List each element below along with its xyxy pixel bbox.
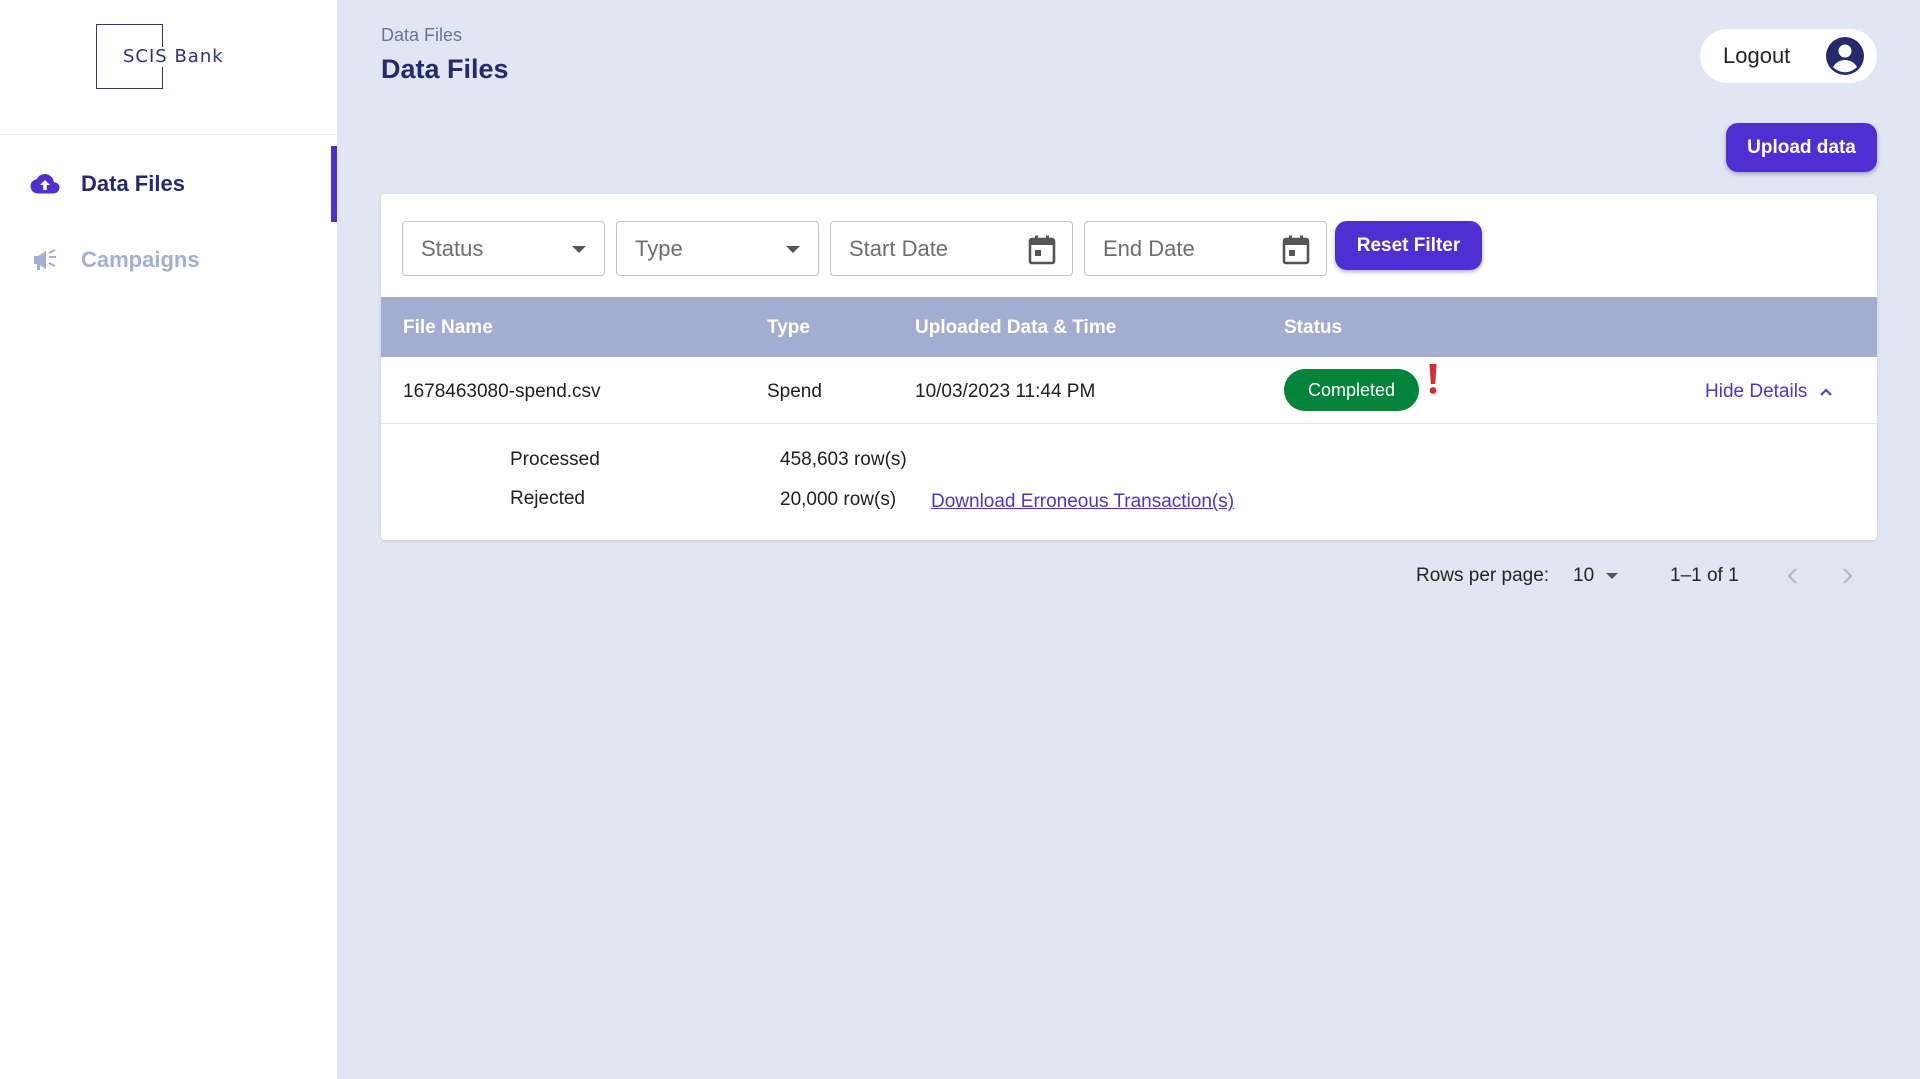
page-title: Data Files bbox=[381, 54, 509, 84]
brand-logo: SCIS Bank bbox=[121, 46, 226, 67]
file-name-cell: 1678463080-spend.csv bbox=[403, 381, 601, 402]
type-filter-label: Type bbox=[635, 235, 683, 261]
table-header-row: File Name Type Uploaded Data & Time Stat… bbox=[381, 297, 1877, 357]
sidebar-item-campaigns[interactable]: Campaigns bbox=[0, 222, 337, 298]
chevron-up-icon bbox=[1820, 388, 1833, 396]
sidebar-item-data-files[interactable]: Data Files bbox=[0, 146, 337, 222]
status-badge: Completed bbox=[1284, 369, 1419, 411]
calendar-icon[interactable] bbox=[1028, 235, 1056, 265]
chevron-left-icon bbox=[1787, 568, 1797, 584]
hide-details-label: Hide Details bbox=[1705, 381, 1808, 402]
type-cell: Spend bbox=[767, 381, 822, 402]
account-circle-icon bbox=[1826, 37, 1864, 75]
logout-label: Logout bbox=[1723, 43, 1791, 68]
type-filter-select[interactable]: Type bbox=[616, 221, 819, 276]
table-row: 1678463080-spend.csv Spend 10/03/2023 11… bbox=[381, 357, 1877, 424]
dropdown-arrow-icon bbox=[572, 246, 586, 253]
end-date-label: End Date bbox=[1103, 235, 1195, 261]
megaphone-icon bbox=[30, 245, 60, 275]
status-filter-label: Status bbox=[421, 235, 484, 261]
exclamation-icon[interactable] bbox=[1426, 362, 1440, 396]
previous-page-button[interactable] bbox=[1778, 561, 1808, 591]
dropdown-arrow-icon bbox=[786, 246, 800, 253]
rows-per-page-select[interactable]: 10 bbox=[1573, 563, 1625, 589]
hide-details-toggle[interactable]: Hide Details bbox=[1705, 381, 1833, 403]
dropdown-arrow-icon bbox=[1606, 573, 1619, 579]
breadcrumb[interactable]: Data Files bbox=[381, 25, 462, 46]
end-date-input[interactable]: End Date bbox=[1084, 221, 1327, 276]
column-header-type: Type bbox=[767, 317, 810, 338]
column-header-file-name: File Name bbox=[403, 317, 493, 338]
column-header-uploaded: Uploaded Data & Time bbox=[915, 317, 1117, 338]
next-page-button[interactable] bbox=[1832, 561, 1862, 591]
sidebar-item-label: Campaigns bbox=[81, 247, 200, 272]
upload-data-button[interactable]: Upload data bbox=[1726, 123, 1877, 172]
data-files-card: Status Type Start Date End Date Reset Fi… bbox=[381, 194, 1877, 540]
logout-button[interactable]: Logout bbox=[1700, 29, 1877, 83]
column-header-status: Status bbox=[1284, 317, 1343, 338]
chevron-right-icon bbox=[1843, 568, 1853, 584]
page-range: 1–1 of 1 bbox=[1670, 565, 1739, 586]
rows-per-page-label: Rows per page: bbox=[1416, 565, 1550, 586]
calendar-icon[interactable] bbox=[1282, 235, 1310, 265]
rejected-value: 20,000 row(s) bbox=[780, 489, 897, 510]
processed-value: 458,603 row(s) bbox=[780, 449, 907, 470]
sidebar-item-label: Data Files bbox=[81, 171, 185, 196]
processed-label: Processed bbox=[510, 449, 600, 470]
sidebar: SCIS Bank Data Files Campaigns bbox=[0, 0, 337, 1079]
status-filter-select[interactable]: Status bbox=[402, 221, 605, 276]
download-erroneous-link[interactable]: Download Erroneous Transaction(s) bbox=[931, 491, 1234, 513]
uploaded-cell: 10/03/2023 11:44 PM bbox=[915, 381, 1096, 402]
logo-area: SCIS Bank bbox=[0, 0, 337, 135]
start-date-input[interactable]: Start Date bbox=[830, 221, 1073, 276]
rows-per-page-value: 10 bbox=[1573, 565, 1595, 586]
rejected-label: Rejected bbox=[510, 488, 585, 509]
reset-filter-button[interactable]: Reset Filter bbox=[1335, 221, 1482, 270]
start-date-label: Start Date bbox=[849, 235, 949, 261]
cloud-upload-icon bbox=[30, 169, 60, 199]
